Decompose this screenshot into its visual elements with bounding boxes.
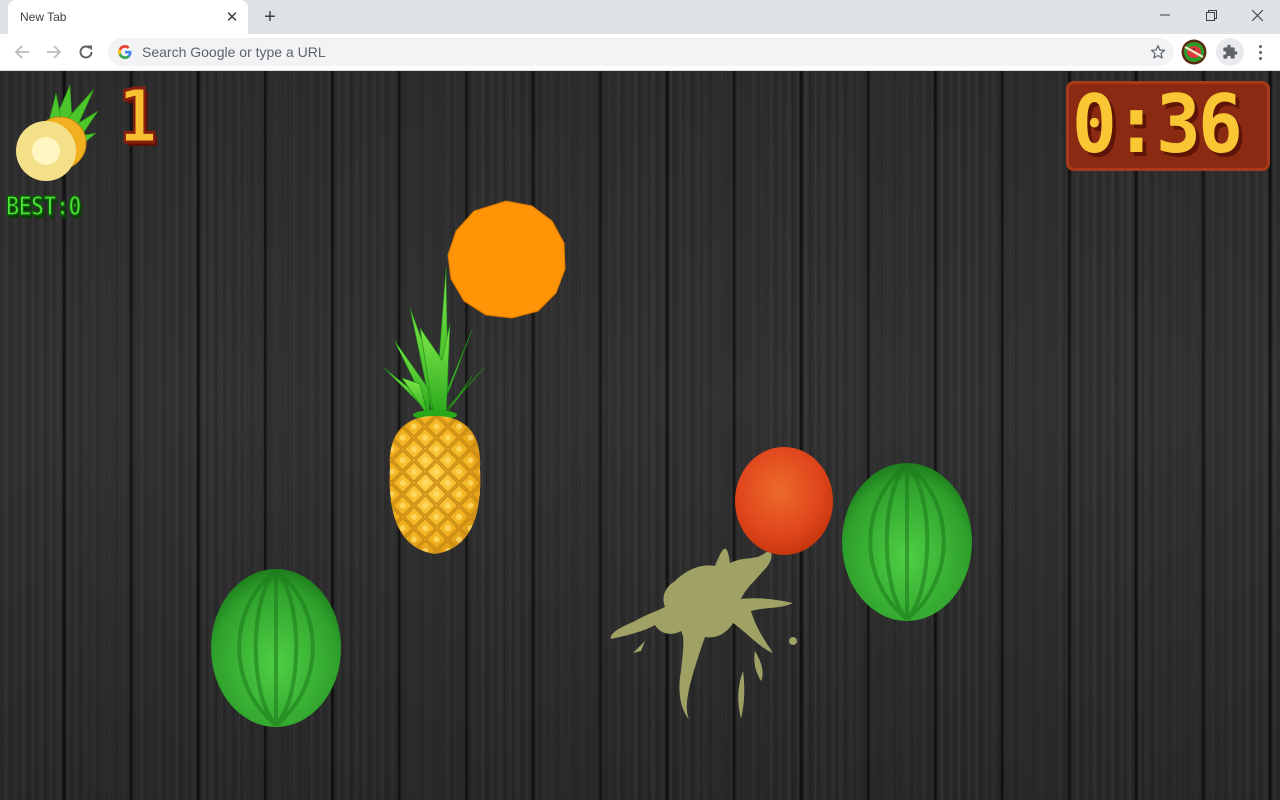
pineapple-fruit[interactable] (380, 268, 490, 558)
window-minimize-button[interactable] (1142, 0, 1188, 30)
browser-titlebar: New Tab ✕ + (0, 0, 1280, 34)
back-button[interactable] (8, 38, 36, 66)
best-score: BEST:0 (5, 191, 83, 223)
address-input[interactable] (142, 38, 1122, 66)
best-label: BEST: (5, 191, 69, 223)
menu-dot (1258, 50, 1262, 54)
minimize-icon (1160, 14, 1170, 16)
browser-toolbar (0, 34, 1280, 71)
star-icon (1150, 45, 1166, 59)
countdown-timer: 0:36 (1072, 78, 1243, 171)
plus-icon: + (264, 5, 276, 28)
puzzle-icon (1223, 44, 1238, 59)
best-value: 0 (68, 191, 83, 223)
juice-splat (610, 548, 797, 719)
arrow-left-icon (14, 45, 29, 59)
tab-title: New Tab (20, 10, 67, 24)
forward-button[interactable] (40, 38, 68, 66)
game-canvas[interactable]: 1 BEST:0 0:36 (0, 71, 1280, 800)
new-tab-button[interactable]: + (258, 5, 282, 29)
browser-menu-button[interactable] (1250, 38, 1270, 66)
tomato-fruit[interactable] (733, 445, 835, 557)
menu-dot (1258, 56, 1262, 60)
window-close-button[interactable] (1234, 0, 1280, 30)
google-g-icon (118, 45, 132, 59)
window-restore-button[interactable] (1188, 0, 1234, 30)
fruit-slicer-extension-button[interactable] (1181, 39, 1207, 65)
arrow-right-icon (47, 45, 62, 59)
reload-button[interactable] (72, 38, 100, 66)
watermelon-fruit[interactable] (209, 567, 343, 729)
watermelon-slash-icon (1181, 39, 1207, 65)
extensions-menu-button[interactable] (1216, 38, 1244, 66)
sliced-pineapple-icon (16, 84, 99, 181)
menu-dot (1258, 44, 1262, 48)
close-icon (1251, 9, 1263, 21)
bookmark-star-button[interactable] (1148, 42, 1168, 62)
watermelon-fruit[interactable] (840, 461, 974, 623)
tab-close-button[interactable]: ✕ (222, 7, 242, 27)
reload-icon (79, 45, 93, 59)
tab-new-tab[interactable]: New Tab ✕ (8, 0, 248, 34)
restore-icon (1205, 9, 1217, 21)
score-counter: 1 (117, 74, 159, 160)
address-bar[interactable] (108, 38, 1174, 66)
